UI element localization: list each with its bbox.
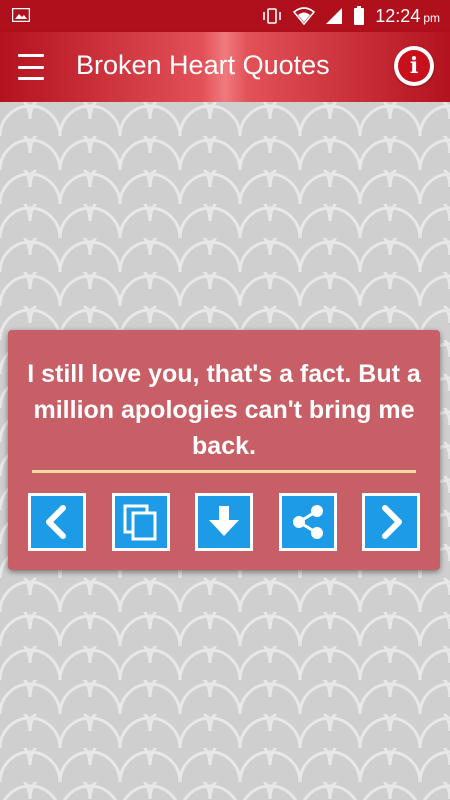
- next-button[interactable]: [362, 493, 420, 551]
- battery-icon: [354, 6, 365, 25]
- divider: [32, 470, 416, 473]
- quote-actions: [28, 493, 420, 553]
- wifi-icon: [293, 7, 316, 25]
- status-icons: 12:24 pm: [261, 0, 440, 32]
- copy-icon: [123, 504, 156, 541]
- share-button[interactable]: [278, 493, 337, 551]
- status-bar: 12:24 pm: [0, 0, 450, 32]
- download-button[interactable]: [195, 493, 253, 551]
- share-icon: [292, 505, 323, 539]
- info-icon: i: [398, 50, 430, 82]
- app-bar: Broken Heart Quotes i: [0, 32, 450, 102]
- chevron-right-icon: [382, 505, 402, 539]
- clock-ampm: pm: [423, 10, 440, 25]
- page-title: Broken Heart Quotes: [76, 50, 330, 80]
- quote-card: I still love you, that's a fact. But a m…: [8, 330, 440, 570]
- copy-button[interactable]: [111, 493, 170, 551]
- image-notification-icon: [12, 8, 30, 22]
- previous-button[interactable]: [28, 493, 86, 551]
- vibrate-icon: [263, 8, 282, 24]
- quote-text: I still love you, that's a fact. But a m…: [27, 360, 421, 460]
- info-button[interactable]: i: [394, 46, 434, 86]
- download-icon: [209, 506, 239, 536]
- signal-icon: [326, 8, 343, 24]
- menu-icon[interactable]: [18, 54, 50, 80]
- chevron-left-icon: [46, 505, 66, 539]
- clock: 12:24 pm: [375, 6, 440, 27]
- clock-time: 12:24: [375, 5, 421, 26]
